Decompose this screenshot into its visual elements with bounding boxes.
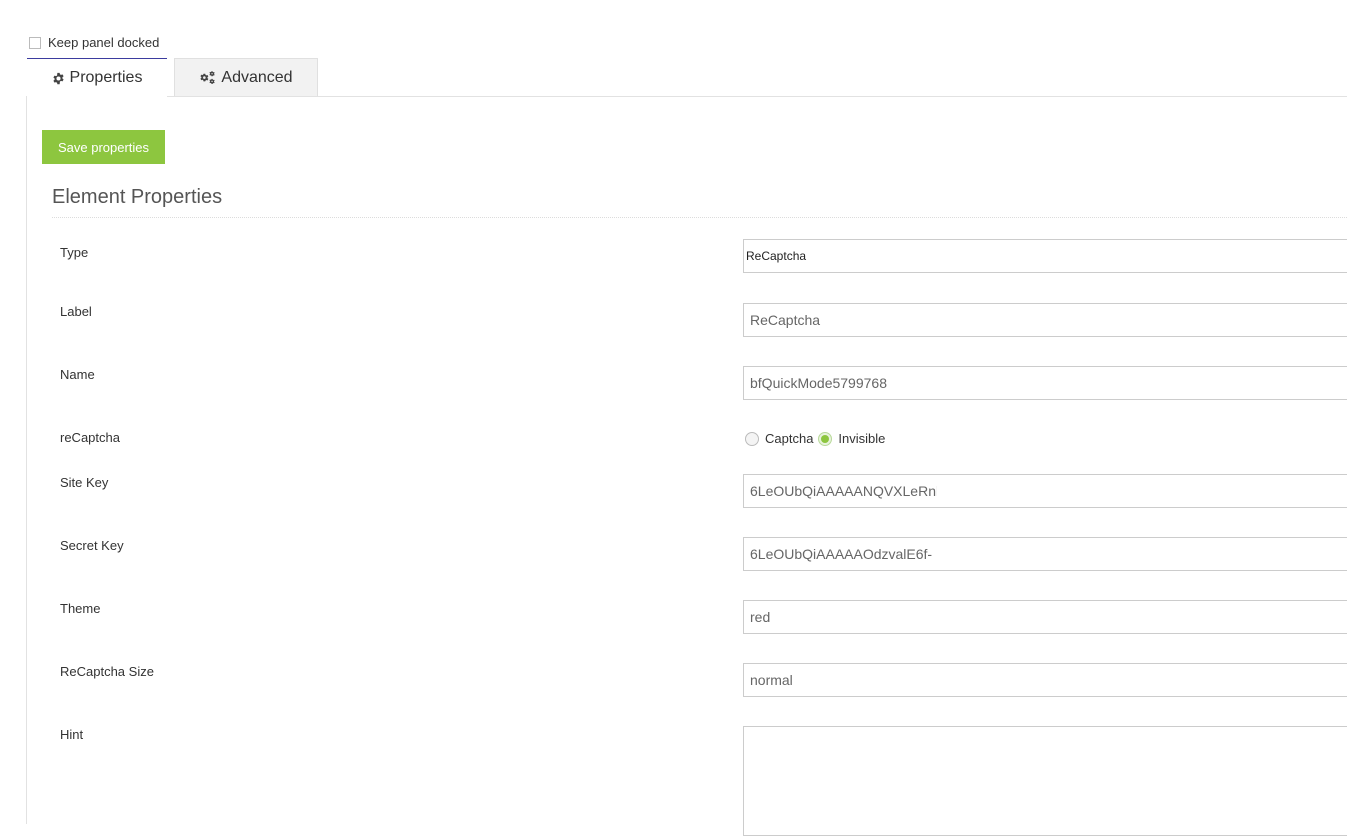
secret-key-field-mask xyxy=(943,537,1347,571)
secret-key-label: Secret Key xyxy=(60,538,124,553)
properties-panel xyxy=(26,96,1347,824)
type-field[interactable] xyxy=(743,239,1347,273)
hint-label: Hint xyxy=(60,727,84,742)
name-label: Name xyxy=(60,367,95,382)
radio-invisible[interactable] xyxy=(818,431,833,446)
recaptcha-radio-group: Captcha Invisible xyxy=(745,431,890,446)
tab-advanced[interactable]: Advanced xyxy=(174,58,318,96)
gear-icon xyxy=(52,72,64,84)
label-field[interactable] xyxy=(743,303,1347,337)
type-label: Type xyxy=(60,245,89,260)
radio-captcha-label: Captcha xyxy=(765,431,814,446)
gears-icon xyxy=(200,70,216,84)
tab-properties-label: Properties xyxy=(69,69,143,86)
label-label: Label xyxy=(60,304,92,319)
name-field[interactable] xyxy=(743,366,1347,400)
tab-advanced-label: Advanced xyxy=(221,68,293,86)
recaptcha-label: reCaptcha xyxy=(60,430,120,445)
theme-field[interactable] xyxy=(743,600,1347,634)
site-key-field[interactable] xyxy=(743,474,943,508)
keep-panel-docked[interactable]: Keep panel docked xyxy=(29,35,159,50)
radio-captcha[interactable] xyxy=(745,431,759,446)
section-title: Element Properties xyxy=(52,186,223,208)
radio-invisible-label: Invisible xyxy=(838,431,886,446)
keep-panel-docked-label: Keep panel docked xyxy=(48,35,160,50)
section-divider xyxy=(52,217,1347,218)
site-key-field-mask xyxy=(943,474,1347,508)
secret-key-field[interactable] xyxy=(743,537,943,571)
save-properties-button[interactable]: Save properties xyxy=(42,130,165,164)
keep-panel-docked-checkbox[interactable] xyxy=(29,36,41,49)
theme-label: Theme xyxy=(60,601,101,616)
site-key-label: Site Key xyxy=(60,475,109,490)
hint-textarea[interactable] xyxy=(743,726,1347,836)
recaptcha-size-field[interactable] xyxy=(743,663,1347,697)
tab-properties[interactable]: Properties xyxy=(27,58,167,97)
recaptcha-size-label: ReCaptcha Size xyxy=(60,664,154,679)
